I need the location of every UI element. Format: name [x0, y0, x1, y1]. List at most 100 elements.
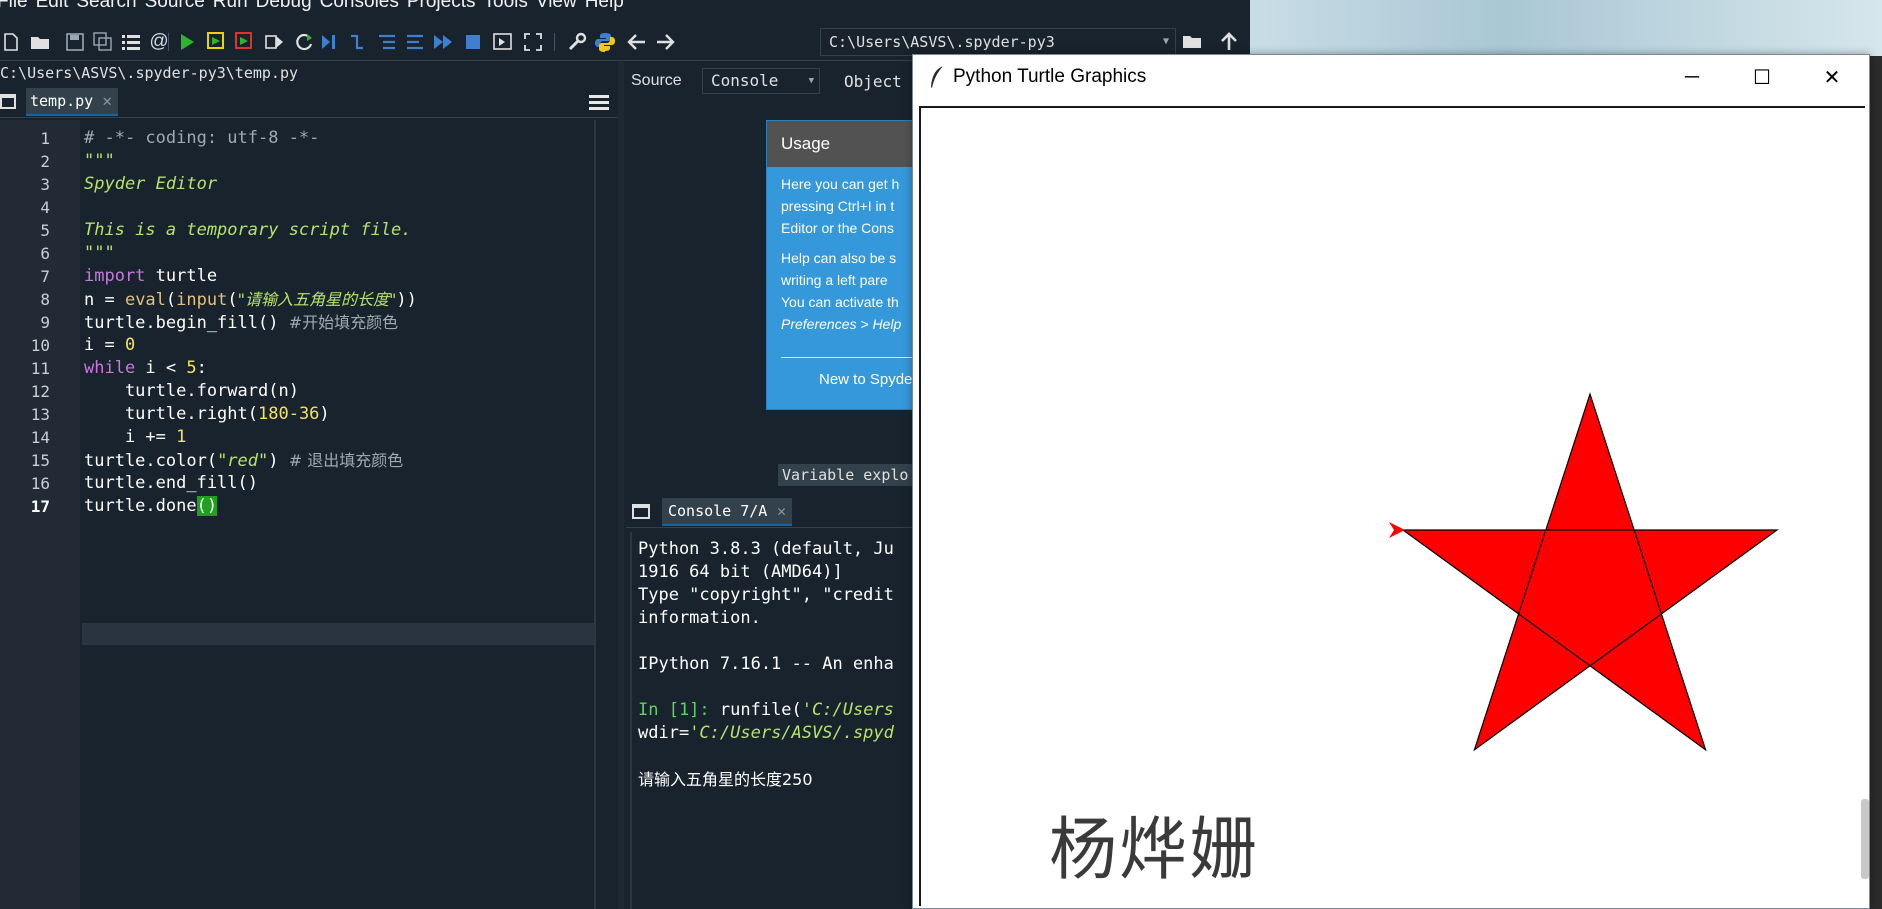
menu-help[interactable]: Help — [585, 0, 624, 11]
console-token: runfile( — [719, 700, 802, 720]
step-icon[interactable] — [346, 31, 368, 53]
stop-icon[interactable] — [462, 31, 484, 53]
pane-icon[interactable] — [0, 94, 16, 109]
console-token: 'C:/Users/ASVS/.spyd — [689, 723, 894, 743]
line-number: 10 — [30, 336, 50, 355]
save-icon[interactable] — [64, 31, 86, 53]
minimize-button[interactable]: ─ — [1657, 55, 1727, 99]
forward-icon[interactable] — [654, 31, 676, 53]
line-number: 15 — [30, 451, 50, 470]
new-to-spyder-link[interactable]: New to Spyde — [819, 371, 912, 388]
line-number: 9 — [40, 313, 50, 332]
menu-edit[interactable]: Edit — [36, 0, 69, 11]
menu-search[interactable]: Search — [76, 0, 136, 11]
code-line-5: This is a temporary script file. — [84, 220, 412, 240]
code-line-10: i = 0 — [84, 334, 135, 357]
step-into-icon[interactable] — [376, 31, 398, 53]
chevron-down-icon[interactable]: ▼ — [1163, 29, 1169, 55]
working-directory-combo[interactable]: C:\Users\ASVS\.spyder-py3 ▼ — [820, 28, 1176, 56]
code-token: 0 — [124, 335, 136, 355]
preferences-icon[interactable] — [566, 31, 588, 53]
maximize-button[interactable]: ☐ — [1727, 55, 1797, 99]
editor-edge-line — [594, 120, 596, 909]
menubar: File Edit Search Source Run Debug Consoles Proj… — [0, 0, 1250, 15]
code-token: "red" — [217, 451, 269, 471]
maximize-pane-icon[interactable] — [492, 31, 514, 53]
ipython-console[interactable]: Python 3.8.3 (default, Ju 1916 64 bit (A… — [630, 532, 920, 909]
run-icon[interactable] — [176, 31, 198, 53]
code-token: # 退出填充颜色 — [288, 451, 404, 470]
open-file-icon[interactable] — [30, 31, 52, 53]
usage-text-line: writing a left pare — [781, 272, 888, 288]
turtle-cursor-icon — [1389, 522, 1405, 538]
console-line: Python 3.8.3 (default, Ju — [638, 539, 894, 559]
menu-consoles[interactable]: Consoles — [320, 0, 399, 11]
run-selection-icon[interactable] — [264, 31, 286, 53]
written-name-text: 杨烨姗 — [1049, 811, 1260, 890]
browse-dir-icon[interactable] — [1182, 30, 1204, 52]
source-combo[interactable]: Console ▼ — [702, 68, 820, 94]
menu-tools[interactable]: Tools — [484, 0, 528, 11]
close-icon[interactable]: ✕ — [777, 498, 786, 524]
code-line-8: n = eval(input("请输入五角星的长度")) — [84, 288, 417, 311]
new-file-icon[interactable] — [0, 31, 22, 53]
run-cell-icon[interactable] — [206, 31, 228, 53]
close-icon[interactable]: ✕ — [102, 88, 112, 114]
matching-paren-highlight: () — [196, 496, 218, 516]
menu-debug[interactable]: Debug — [256, 0, 312, 11]
code-token: 5 — [186, 358, 197, 378]
working-directory-value: C:\Users\ASVS\.spyder-py3 — [829, 33, 1055, 51]
turtle-canvas[interactable]: 杨烨姗 — [919, 106, 1865, 906]
fullscreen-icon[interactable] — [522, 31, 544, 53]
turtle-graphics-window: Python Turtle Graphics ─ ☐ ✕ 杨烨姗 — [912, 54, 1870, 909]
console-line: information. — [638, 608, 761, 628]
back-icon[interactable] — [626, 31, 648, 53]
pane-icon[interactable] — [632, 504, 650, 519]
pane-splitter[interactable] — [618, 62, 624, 909]
at-icon[interactable]: @ — [148, 31, 170, 53]
python-path-icon[interactable] — [594, 31, 616, 53]
chevron-down-icon[interactable]: ▼ — [809, 69, 814, 93]
outline-icon[interactable] — [120, 31, 142, 53]
usage-divider — [781, 357, 925, 358]
editor-tab-temp-py[interactable]: temp.py ✕ — [26, 88, 118, 116]
desktop-background — [1250, 0, 1882, 56]
code-token: n = — [84, 290, 125, 310]
console-token: wdir= — [638, 723, 690, 743]
line-number: 8 — [40, 290, 50, 309]
minimize-icon: ─ — [1684, 65, 1700, 88]
step-return-icon[interactable] — [404, 31, 426, 53]
tab-variable-explorer[interactable]: Variable explo — [778, 464, 918, 486]
save-all-icon[interactable] — [92, 31, 114, 53]
rerun-icon[interactable] — [294, 31, 316, 53]
usage-text-line: You can activate th — [781, 294, 899, 310]
turtle-drawing — [1389, 392, 1779, 752]
code-line-11: while i < 5: — [84, 357, 207, 380]
scrollbar[interactable] — [1861, 799, 1869, 879]
code-token: )) — [396, 290, 417, 310]
usage-text-line: Editor or the Cons — [781, 220, 894, 236]
turtle-titlebar[interactable]: Python Turtle Graphics ─ ☐ ✕ — [913, 55, 1869, 99]
help-pane: Source Console ▼ Object Usage Here you c… — [626, 62, 926, 490]
code-line-6: """ — [84, 243, 115, 263]
menu-file[interactable]: File — [0, 0, 28, 11]
menu-run[interactable]: Run — [213, 0, 248, 11]
source-label: Source — [631, 72, 682, 89]
tab-console[interactable]: Console 7/A ✕ — [662, 498, 792, 526]
continue-icon[interactable] — [432, 31, 454, 53]
close-button[interactable]: ✕ — [1797, 55, 1867, 99]
menu-source[interactable]: Source — [145, 0, 205, 11]
parent-dir-icon[interactable] — [1218, 30, 1240, 52]
menu-projects[interactable]: Projects — [407, 0, 476, 11]
code-editor[interactable]: 1 2 3 4 5 6 7 8 9 10 11 12 13 14 15 16 17 # -*- coding: … — [0, 120, 618, 909]
code-token: while — [84, 358, 136, 378]
line-number: 1 — [40, 129, 50, 148]
code-token: turtle.begin_fill() — [84, 313, 289, 333]
menu-view[interactable]: View — [536, 0, 577, 11]
run-cell-advance-icon[interactable] — [234, 31, 256, 53]
debug-icon[interactable] — [318, 31, 340, 53]
source-combo-value: Console — [711, 71, 779, 90]
hamburger-menu-icon[interactable] — [588, 92, 610, 112]
usage-text-line: Preferences > Help — [781, 316, 902, 332]
console-token: 'C:/Users — [801, 700, 894, 720]
